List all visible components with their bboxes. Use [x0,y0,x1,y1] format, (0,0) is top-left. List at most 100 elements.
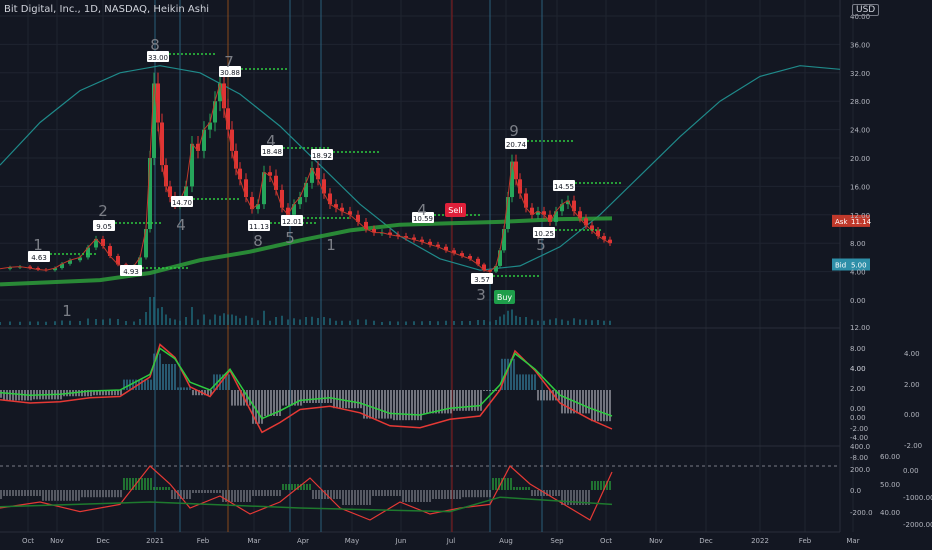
indicator-histogram-bar [489,490,491,498]
x-tick-label: May [345,537,359,545]
volume-bar [405,321,407,325]
oscillator-histogram-bar [258,390,260,424]
oscillator-histogram-bar [408,390,410,421]
oscillator-histogram-bar [180,387,182,390]
oscillator-histogram-bar [291,390,293,406]
indicator-histogram-bar [552,490,554,496]
indicator-histogram-bar [432,490,434,499]
oscillator-histogram-bar [174,364,176,390]
oscillator-histogram-bar [534,374,536,390]
volume-bar [109,318,111,325]
y-tick-label: 8.00 [850,240,866,248]
candle-body [498,250,502,266]
indicator-histogram-bar [129,478,131,490]
oscillator-histogram-bar [228,374,230,390]
volume-bar [69,320,71,325]
oscillator-histogram-bar [531,374,533,390]
indicator-histogram-bar [402,490,404,502]
candle-body [230,129,234,151]
oscillator-histogram-bar [606,390,608,422]
oscillator-histogram-bar [237,390,239,406]
indicator-histogram-bar [399,490,401,496]
oscillator-histogram-bar [384,390,386,419]
indicator-histogram-bar [456,490,458,499]
volume-axis-label: 12.00 [850,324,870,332]
volume-bar [373,320,375,325]
volume-bar [531,319,533,325]
volume-bar [161,307,163,325]
volume-bar [413,321,415,325]
osc-tick-left: -4.00 [850,434,868,442]
oscillator-histogram-bar [528,374,530,390]
indicator-histogram-bar [54,490,56,501]
chart-canvas: 4.639.054.9333.0030.8814.7018.4811.1312.… [0,0,932,550]
indicator-histogram-bar [444,490,446,499]
indicator-histogram-bar [513,487,515,490]
indicator-histogram-bar [354,490,356,505]
oscillator-histogram-bar [234,390,236,406]
indicator-histogram-bar [102,490,104,498]
volume-bar [381,322,383,325]
oscillator-histogram-bar [270,390,272,416]
osc-tick-mid: -2.00 [850,425,868,433]
oscillator-histogram-bar [186,387,188,390]
candle-body [226,108,230,130]
volume-bar [603,320,605,325]
volume-bar [95,319,97,325]
candle-body [213,101,217,123]
oscillator-histogram-bar [396,390,398,421]
indicator-histogram-bar [408,490,410,502]
volume-bar [503,314,505,325]
indicator-histogram-bar [468,490,470,498]
oscillator-histogram-bar [267,390,269,416]
oscillator-histogram-bar [405,390,407,421]
volume-bar [287,319,289,325]
indicator-histogram-bar [240,490,242,502]
volume-bar [453,321,455,325]
currency-badge[interactable]: USD [852,4,880,16]
volume-bar [174,319,176,325]
volume-bar [469,321,471,325]
candle-body [238,168,242,180]
x-tick-label: 2021 [146,537,164,545]
oscillator-histogram-bar [279,390,281,416]
candle-body [222,83,226,109]
indicator-histogram-bar [9,490,11,496]
wave-count-label: 5 [285,229,295,247]
oscillator-histogram-bar [249,390,251,406]
indicator-histogram-bar [564,490,566,505]
indicator-histogram-bar [216,490,218,493]
indicator-histogram-bar [60,490,62,501]
indicator-histogram-bar [315,490,317,499]
oscillator-histogram-bar [519,374,521,390]
oscillator-histogram-bar [564,390,566,414]
oscillator-histogram-bar [537,390,539,401]
volume-bar [573,318,575,325]
symbol-title[interactable]: Bit Digital, Inc., 1D, NASDAQ, Heikin As… [4,4,209,15]
oscillator-histogram-bar [423,390,425,414]
price-label: 3.57 [474,276,490,284]
indicator-histogram-bar [441,490,443,499]
volume-bar [29,321,31,325]
oscillator-histogram-bar [147,379,149,390]
x-tick-label: Nov [50,537,64,545]
wave-count-label: 9 [509,122,519,140]
volume-bar [227,314,229,325]
oscillator-histogram-bar [426,390,428,414]
oscillator-histogram-bar [159,353,161,390]
indicator-histogram-bar [378,490,380,496]
indicator-histogram-bar [453,490,455,499]
oscillator-histogram-bar [375,390,377,419]
y-tick-label: 28.00 [850,98,870,106]
candle-body [506,197,510,229]
volume-bar [397,321,399,325]
oscillator-histogram-bar [297,390,299,406]
indicator-histogram-bar [405,490,407,502]
indicator-histogram-bar [69,490,71,501]
oscillator-histogram-bar [273,390,275,416]
indicator-histogram-bar [219,490,221,493]
indicator-histogram-bar [189,490,191,499]
indicator-histogram-bar [222,490,224,502]
oscillator-histogram-bar [360,390,362,409]
volume-bar [567,320,569,325]
